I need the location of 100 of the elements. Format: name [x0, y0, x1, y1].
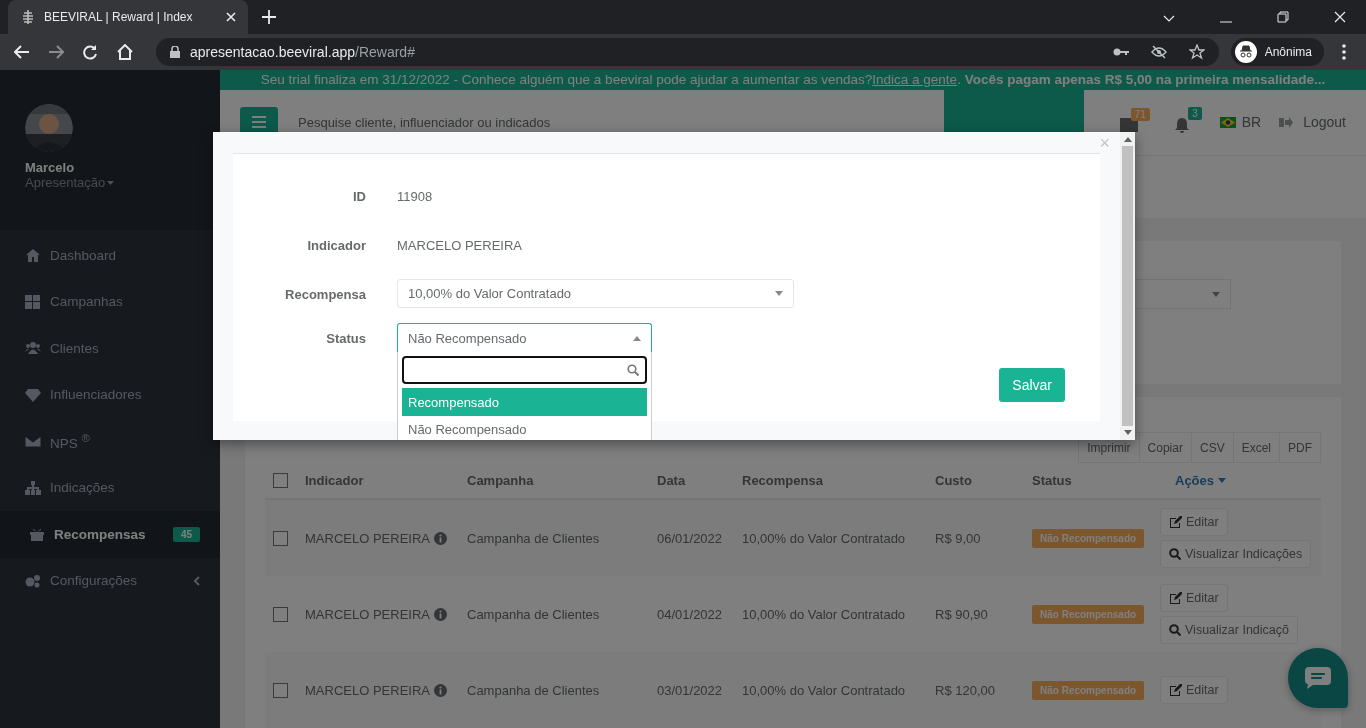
sidebar-item[interactable]: Campanhas	[0, 278, 220, 325]
table-cell-text: R$ 9,00	[935, 530, 982, 546]
export-button[interactable]: Copiar	[1138, 432, 1192, 463]
export-button[interactable]: CSV	[1190, 432, 1234, 463]
profile-button[interactable]: Anônima	[1230, 38, 1324, 66]
dropdown-option[interactable]: Recompensado	[402, 388, 647, 416]
save-button[interactable]: Salvar	[999, 368, 1065, 402]
sitemap-icon	[25, 480, 41, 495]
search-field[interactable]: Pesquise cliente, influenciador ou indicados	[296, 113, 620, 131]
caret-icon	[775, 291, 783, 296]
checkbox[interactable]	[273, 682, 288, 698]
info-icon[interactable]	[434, 531, 447, 545]
back-icon[interactable]	[14, 45, 30, 59]
sidebar-item[interactable]: Configurações	[0, 557, 220, 604]
logout-link[interactable]: Logout	[1279, 114, 1346, 131]
column-header: Data	[657, 473, 687, 488]
column-header: Campanha	[467, 473, 535, 488]
address-bar[interactable]: apresentacao.beeviral.app/Reward#	[156, 38, 1219, 66]
sidebar-item[interactable]: NPS $^{®}$	[0, 418, 220, 465]
envelope-icon[interactable]	[1119, 117, 1138, 132]
edit-button[interactable]: Editar	[1160, 508, 1228, 536]
new-tab-icon[interactable]	[262, 10, 276, 24]
table-cell: MARCELO PEREIRA	[305, 682, 430, 698]
sidebar-item[interactable]: Dashboard	[0, 232, 220, 279]
table-cell-text: Campanha de Clientes	[467, 682, 601, 698]
table-cell-text: Campanha de Clientes	[467, 606, 601, 622]
table-cell: MARCELO PEREIRA	[305, 606, 430, 622]
edit-icon	[1169, 516, 1182, 528]
star-icon[interactable]	[1188, 44, 1205, 60]
actions-dropdown[interactable]: Ações	[1160, 473, 1321, 488]
checkbox[interactable]	[273, 530, 288, 546]
users-icon	[25, 341, 41, 356]
grid-icon	[25, 294, 41, 309]
search-field[interactable]	[402, 356, 647, 384]
info-icon[interactable]	[434, 683, 447, 697]
status-badge: Não Recompensado	[1032, 680, 1145, 700]
table-cell-text: Campanha de Clientes	[467, 530, 601, 546]
view-referrals-button[interactable]: Visualizar Indicaçõ	[1160, 616, 1298, 644]
chevron-down-icon[interactable]	[1163, 15, 1175, 23]
table-cell-text: 04/01/2022	[657, 606, 724, 622]
caret-icon	[1212, 291, 1220, 297]
restore-icon[interactable]	[1277, 11, 1289, 23]
key-icon[interactable]	[1112, 48, 1129, 56]
bell-icon[interactable]	[1173, 116, 1190, 133]
invite-link[interactable]: Indica a gente	[872, 72, 958, 88]
bee-icon	[22, 10, 34, 24]
table-cell: MARCELO PEREIRA	[305, 530, 430, 546]
field-label: Status	[325, 330, 366, 346]
table-cell-text: R$ 120,00	[935, 682, 996, 698]
column-header: Status	[1032, 473, 1073, 488]
edit-button[interactable]: Editar	[1160, 584, 1228, 612]
count-badge: 3	[1188, 106, 1202, 120]
edit-icon	[1169, 592, 1182, 604]
table-cell-text: 06/01/2022	[657, 530, 724, 546]
language-selector[interactable]: BR	[1219, 114, 1262, 131]
scroll-up-icon	[1123, 137, 1132, 142]
export-button[interactable]: PDF	[1279, 432, 1321, 463]
field-label: Recompensa	[284, 286, 366, 302]
sidebar-item[interactable]: Influenciadores	[0, 371, 220, 418]
eye-off-icon[interactable]	[1150, 45, 1167, 59]
search-icon	[1169, 624, 1181, 636]
close-button[interactable]: ×	[1095, 132, 1114, 153]
table-cell-text: 10,00% do Valor Contratado	[742, 606, 907, 622]
field-value: MARCELO PEREIRA	[397, 237, 522, 253]
flag-icon	[1219, 116, 1236, 128]
status-badge: Não Recompensado	[1032, 528, 1145, 548]
view-referrals-button[interactable]: Visualizar Indicações	[1160, 540, 1312, 568]
mail-icon	[25, 434, 41, 449]
sidebar-item[interactable]: Indicações	[0, 464, 220, 511]
checkbox[interactable]	[273, 473, 288, 488]
search-icon	[627, 364, 639, 376]
forward-icon[interactable]	[48, 45, 64, 59]
info-icon[interactable]	[434, 607, 447, 621]
field-label: Indicador	[306, 237, 366, 253]
browser-tab[interactable]: BEEVIRAL | Reward | Index	[8, 0, 248, 34]
menu-icon	[252, 116, 266, 129]
edit-button[interactable]: Editar	[1160, 676, 1228, 704]
logout-icon	[1279, 115, 1294, 129]
trial-banner: Seu trial finaliza em 31/12/2022 - Conhece alguém que a beeviral pode ajudar a aumentar as vendas?Indica a gente. Vocês pagam apenas R$ 5,00 na primeira mensalidade...	[220, 70, 1366, 90]
lock-icon	[170, 46, 180, 58]
edit-icon	[1169, 684, 1182, 696]
scrollbar[interactable]	[1120, 132, 1135, 440]
checkbox[interactable]	[273, 606, 288, 622]
table-cell-text: 10,00% do Valor Contratado	[742, 530, 907, 546]
gift-icon	[29, 527, 45, 542]
close-icon[interactable]	[226, 12, 236, 22]
field-value: 11908	[397, 188, 433, 204]
home-icon[interactable]	[116, 44, 134, 60]
export-button[interactable]: Excel	[1232, 432, 1280, 463]
sidebar-item[interactable]: Clientes	[0, 325, 220, 372]
reload-icon[interactable]	[82, 44, 98, 60]
close-icon[interactable]	[1334, 11, 1346, 23]
dropdown-option[interactable]: Não Recompensado	[398, 416, 651, 440]
table-cell-text: R$ 90,90	[935, 606, 989, 622]
table-cell-text: 10,00% do Valor Contratado	[742, 682, 907, 698]
select-field[interactable]: 10,00% do Valor Contratado	[397, 279, 794, 308]
tab-title: BEEVIRAL | Reward | Index	[44, 10, 194, 24]
scroll-down-icon	[1123, 430, 1132, 435]
sidebar-item[interactable]: Recompensas 45	[0, 511, 220, 558]
menu-icon[interactable]	[1342, 44, 1346, 60]
